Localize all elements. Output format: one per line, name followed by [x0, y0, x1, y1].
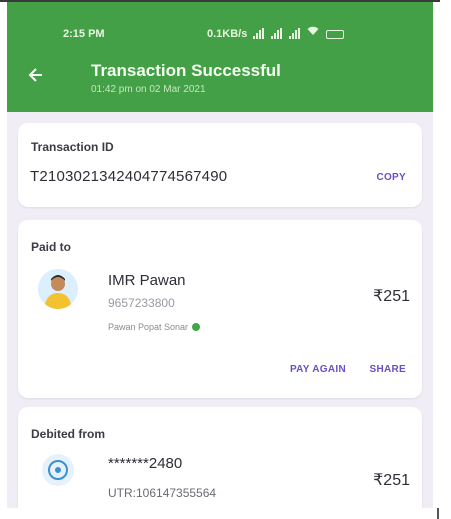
signal-icon [253, 28, 264, 39]
transaction-datetime: 01:42 pm on 02 Mar 2021 [91, 84, 206, 95]
transaction-id-card: Transaction ID T2103021342404774567490 C… [18, 123, 422, 207]
account-number: *******2480 [108, 455, 183, 472]
app-bar: Transaction Successful 01:42 pm on 02 Ma… [7, 54, 433, 112]
payee-registered-name: Pawan Popat Sonar [108, 322, 201, 332]
paid-to-label: Paid to [31, 240, 72, 254]
verified-icon [192, 323, 201, 331]
debited-from-card: Debited from *******2480 UTR:10614735556… [18, 407, 422, 508]
network-speed: 0.1KB/s [207, 28, 248, 40]
status-time: 2:15 PM [63, 28, 105, 40]
registered-name-text: Pawan Popat Sonar [108, 322, 189, 332]
status-icons [253, 26, 344, 39]
back-arrow-icon[interactable] [27, 64, 43, 88]
battery-icon [326, 30, 344, 39]
debited-from-label: Debited from [31, 427, 106, 441]
share-button[interactable]: SHARE [369, 364, 406, 375]
page-title: Transaction Successful [91, 61, 281, 80]
debited-amount: ₹251 [373, 472, 410, 489]
bank-logo-icon [42, 454, 74, 486]
transaction-id-value: T2103021342404774567490 [30, 168, 228, 185]
text-cursor [437, 508, 439, 519]
utr-number: UTR:106147355564 [108, 486, 217, 500]
signal-icon-3 [289, 28, 300, 39]
status-bar: 2:15 PM 0.1KB/s [7, 2, 433, 54]
wifi-icon [307, 26, 319, 39]
signal-icon-2 [271, 28, 282, 39]
phone-screen: 2:15 PM 0.1KB/s Transaction Successful 0… [7, 2, 433, 508]
copy-button[interactable]: COPY [376, 172, 406, 183]
paid-amount: ₹251 [373, 288, 410, 305]
avatar [38, 269, 78, 309]
pay-again-button[interactable]: PAY AGAIN [290, 364, 346, 375]
payee-phone: 9657233800 [108, 296, 175, 310]
payee-name: IMR Pawan [108, 272, 186, 289]
transaction-id-label: Transaction ID [31, 140, 114, 154]
paid-to-card: Paid to IMR Pawan 9657233800 Pawan Popat… [18, 220, 422, 398]
